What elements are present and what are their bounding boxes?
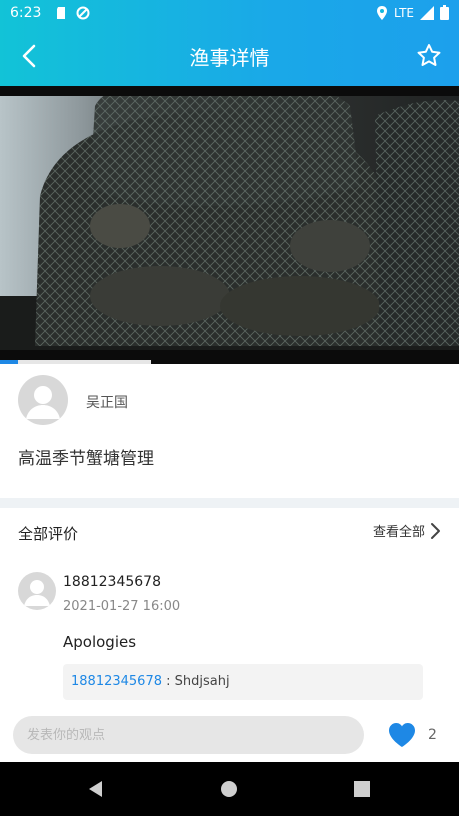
system-nav-bar bbox=[0, 762, 459, 816]
heart-icon bbox=[389, 723, 415, 747]
like-button[interactable] bbox=[388, 722, 416, 748]
comment-input-bar: 2 bbox=[0, 710, 459, 762]
status-time: 6:23 bbox=[10, 5, 42, 21]
view-all-label: 查看全部 bbox=[372, 525, 425, 540]
top-bar: 6:23 LTE 渔事详情 bbox=[0, 0, 459, 86]
signal-icon bbox=[420, 5, 434, 20]
battery-icon bbox=[440, 5, 449, 20]
view-all-comments-button[interactable]: 查看全部 bbox=[373, 521, 441, 540]
comments-header: 全部评价 查看全部 bbox=[0, 508, 459, 554]
user-placeholder-icon bbox=[26, 386, 60, 419]
square-recents-icon bbox=[354, 781, 370, 797]
comment-item: 18812345678 2021-01-27 16:00 Apologies 1… bbox=[0, 566, 459, 706]
commenter-avatar[interactable] bbox=[18, 572, 56, 610]
status-right: LTE bbox=[376, 5, 449, 20]
header: 渔事详情 bbox=[0, 28, 459, 86]
comment-text: Apologies bbox=[63, 633, 137, 651]
comment-reply[interactable]: 18812345678 : Shdjsahj bbox=[63, 664, 423, 700]
favorite-button[interactable] bbox=[415, 42, 443, 70]
section-divider bbox=[0, 498, 459, 508]
network-label: LTE bbox=[394, 5, 414, 20]
commenter-name: 18812345678 bbox=[63, 574, 161, 590]
video-frame bbox=[0, 86, 459, 350]
author-name: 吴正国 bbox=[86, 395, 128, 411]
author-section: 吴正国 高温季节蟹塘管理 bbox=[0, 364, 459, 498]
location-icon bbox=[377, 5, 388, 20]
like-count: 2 bbox=[428, 727, 437, 743]
reply-user-link[interactable]: 18812345678 bbox=[71, 674, 162, 689]
video-player[interactable] bbox=[0, 86, 459, 364]
comments-section-label: 全部评价 bbox=[18, 525, 79, 543]
status-bar: 6:23 LTE bbox=[0, 0, 459, 28]
reply-text: Shdjsahj bbox=[174, 674, 230, 689]
sd-card-icon bbox=[57, 7, 65, 19]
author-avatar[interactable] bbox=[18, 375, 68, 425]
page-title: 渔事详情 bbox=[189, 46, 270, 70]
star-outline-icon bbox=[417, 44, 441, 66]
nav-recents-button[interactable] bbox=[352, 779, 372, 799]
crab-cage-image bbox=[0, 86, 459, 350]
reply-separator: : bbox=[161, 674, 175, 689]
nav-home-button[interactable] bbox=[219, 779, 239, 799]
triangle-back-icon bbox=[89, 781, 102, 797]
nav-back-button[interactable] bbox=[86, 779, 106, 799]
circle-home-icon bbox=[221, 781, 237, 797]
chevron-right-icon bbox=[431, 522, 440, 539]
comment-time: 2021-01-27 16:00 bbox=[63, 599, 181, 614]
post-title: 高温季节蟹塘管理 bbox=[18, 449, 154, 469]
data-saver-icon bbox=[76, 6, 90, 20]
user-placeholder-icon bbox=[24, 580, 50, 606]
comment-input[interactable] bbox=[13, 716, 364, 754]
